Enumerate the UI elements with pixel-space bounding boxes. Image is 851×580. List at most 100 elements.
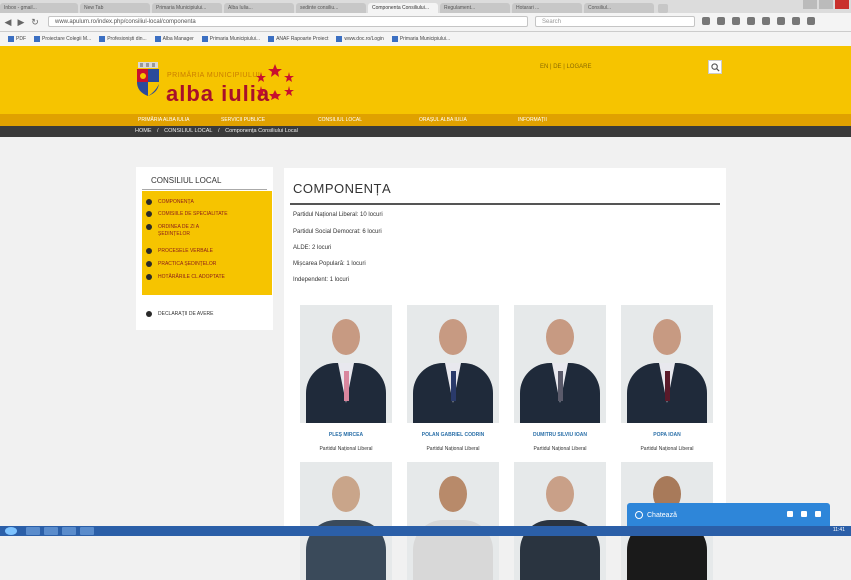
download-icon[interactable] [732,17,740,25]
minimize-chat-icon[interactable] [787,511,793,517]
bookmark-item[interactable]: Alba Manager [154,36,194,42]
url-input[interactable]: www.apulum.ro/index.php/consiliul-local/… [48,16,528,27]
member-card[interactable]: POLAN GABRIEL CODRIN Partidul Național Li… [407,305,499,452]
bookmark-item[interactable]: www.doc.ro/Login [336,36,384,42]
face [546,319,574,355]
bookmark-item[interactable]: Proiectare Colegii M... [34,36,91,42]
language-links[interactable]: EN | DE | LOGARE [540,64,591,70]
sidebar-title: CONSILIUL LOCAL [151,176,222,185]
member-photo [514,305,606,423]
breadcrumb: HOME / CONSILIUL LOCAL / Componența Cons… [0,126,851,137]
menu-icon[interactable] [807,17,815,25]
bookmark-item[interactable]: ANAF Rapoarte Proiect [268,36,328,42]
back-icon[interactable]: ◀ [3,17,13,27]
bookmark-label: www.doc.ro/Login [344,36,384,42]
member-party: Partidul Național Liberal [319,446,373,452]
member-name[interactable]: PLEȘ MIRCEA [300,432,392,438]
start-button[interactable] [5,527,17,535]
close-window-button[interactable] [835,0,849,9]
browser-tab[interactable]: sedinte consiliu... [296,3,366,13]
face [439,319,467,355]
bookmark-item[interactable]: Profesioniști din... [99,36,147,42]
member-card[interactable]: PLEȘ MIRCEA Partidul Național Liberal [300,305,392,452]
maximize-button[interactable] [819,0,833,9]
browser-tab[interactable]: Componenta Consiliului... [368,3,438,13]
reload-icon[interactable]: ↻ [30,17,40,27]
bookmark-item[interactable]: Primaria Municipiului... [391,36,450,42]
page-title: COMPONENȚA [293,181,392,196]
notification-bell-icon[interactable] [801,511,807,517]
sync-icon[interactable] [792,17,800,25]
member-photo [514,462,606,580]
forward-icon[interactable]: ▶ [16,17,26,27]
nav-servicii[interactable]: SERVICII PUBLICE [221,114,265,126]
bookmark-icon [268,36,275,42]
bookmark-icon [201,36,208,42]
nav-orasul[interactable]: ORAȘUL ALBA IULIA [419,114,467,126]
browser-tab[interactable]: Primaria Municipiului... [152,3,222,13]
breadcrumb-home[interactable]: HOME [135,128,152,134]
bookmark-label: ANAF Rapoarte Proiect [276,36,329,42]
search-icon [711,63,720,72]
minimize-button[interactable] [803,0,817,9]
sidebar-item-practica[interactable]: PRACTICA ȘEDINȚELOR [146,261,268,268]
bookmark-star-icon[interactable] [702,17,710,25]
sidebar-item-comisii[interactable]: COMISIILE DE SPECIALITATE [146,211,268,218]
bookmark-item[interactable]: PDF [8,36,26,42]
site-header: PRIMĂRIA MUNICIPIULUI alba iulia EN | DE… [0,46,851,114]
bookmark-label: Proiectare Colegii M... [42,36,92,42]
member-card[interactable] [300,462,392,580]
member-party: Partidul Național Liberal [533,446,587,452]
sidebar-item-label: COMPONENȚA [158,199,194,205]
member-photo [407,462,499,580]
bookmark-icon [99,36,106,42]
taskbar-app-icon[interactable] [44,527,58,535]
member-photo [300,305,392,423]
home-icon[interactable] [747,17,755,25]
breadcrumb-consiliul[interactable]: CONSILIUL LOCAL [164,128,212,134]
member-name[interactable]: POLAN GABRIEL CODRIN [407,432,499,438]
taskbar-app-icon[interactable] [26,527,40,535]
shield-icon[interactable] [762,17,770,25]
member-photo [407,305,499,423]
sidebar-item-componenta[interactable]: COMPONENȚA [146,199,268,206]
taskbar-app-icon[interactable] [80,527,94,535]
tie [451,371,456,401]
browser-tab[interactable]: Regulament... [440,3,510,13]
browser-search-input[interactable]: Search [535,16,695,27]
sidebar-item-label: PRACTICA ȘEDINȚELOR [158,261,217,267]
member-card[interactable]: DUMITRU SILVIU IOAN Partidul Național Lib… [514,305,606,452]
browser-tab[interactable]: Inbox - gmail... [0,3,78,13]
browser-tab[interactable]: Alba Iulia... [224,3,294,13]
nav-consiliul[interactable]: CONSILIUL LOCAL [318,114,362,126]
site-search-button[interactable] [708,60,722,74]
member-card[interactable] [514,462,606,580]
nav-informatii[interactable]: INFORMAȚII [518,114,547,126]
nav-primaria[interactable]: PRIMĂRIA ALBA IULIA [138,114,189,126]
sidebar-item-procese[interactable]: PROCESELE VERBALE [146,248,268,255]
member-photo [621,305,713,423]
browser-tab[interactable]: Consiliul... [584,3,654,13]
chat-bubble-icon [635,511,643,519]
sidebar-item-declaratii[interactable]: DECLARAȚII DE AVERE [146,311,213,317]
member-name[interactable]: POPA IOAN [621,432,713,438]
browser-tab[interactable]: Hotarari ... [512,3,582,13]
close-chat-icon[interactable] [815,511,821,517]
member-card[interactable] [407,462,499,580]
member-name[interactable]: DUMITRU SILVIU IOAN [514,432,606,438]
extension-icon[interactable] [777,17,785,25]
new-tab-button[interactable] [658,4,668,13]
sidebar-divider [142,189,267,190]
bookmark-item[interactable]: Primaria Municipiului... [201,36,260,42]
sidebar-menu: COMPONENȚA COMISIILE DE SPECIALITATE ORD… [142,191,272,295]
member-card[interactable]: POPA IOAN Partidul Național Liberal [621,305,713,452]
taskbar-app-icon[interactable] [62,527,76,535]
party-line: Partidul Național Liberal: 10 locuri [293,212,383,218]
sidebar-item-ordinea[interactable]: ORDINEA DE ZI A ȘEDINȚELOR [146,224,268,238]
bookmark-icon [8,36,14,42]
face [332,319,360,355]
face [653,319,681,355]
sidebar-item-hotarari[interactable]: HOTĂRÂRILE CL ADOPTATE [146,274,268,281]
browser-tab[interactable]: New Tab [80,3,150,13]
reading-list-icon[interactable] [717,17,725,25]
